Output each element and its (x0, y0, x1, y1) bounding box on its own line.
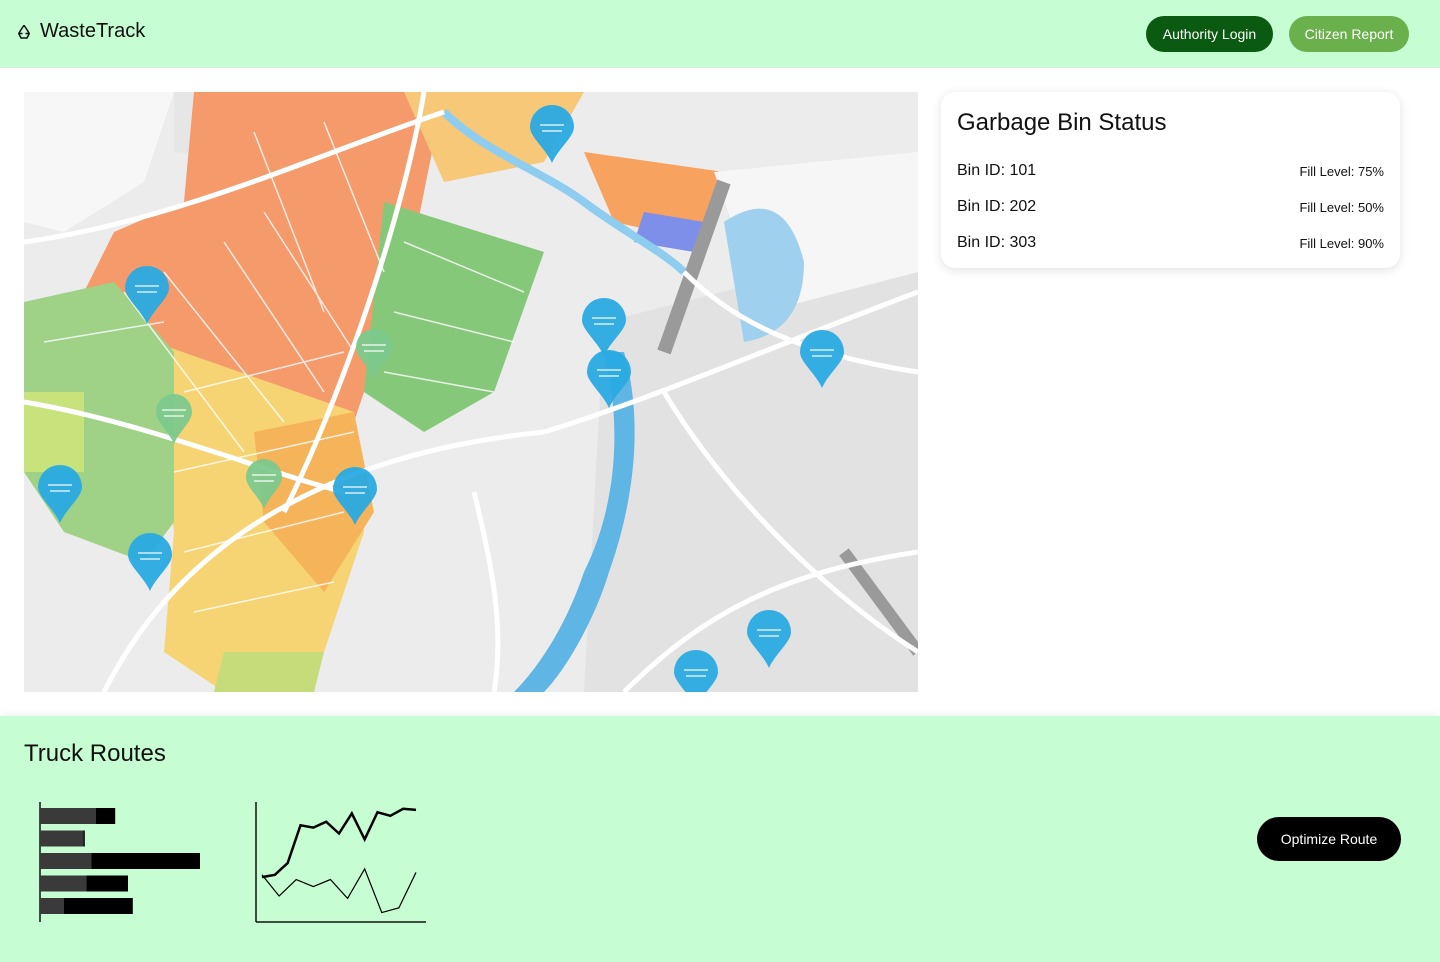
bar (83, 830, 85, 847)
bin-row[interactable]: Bin ID: 101 Fill Level: 75% (957, 153, 1384, 189)
citizen-report-button[interactable]: Citizen Report (1289, 16, 1409, 52)
bin-fill-level: Fill Level: 50% (1299, 199, 1384, 215)
bar (64, 898, 133, 914)
bar (40, 853, 92, 869)
top-navbar: WasteTrack Authority Login Citizen Repor… (0, 0, 1440, 68)
optimize-route-button[interactable]: Optimize Route (1257, 817, 1401, 861)
truck-routes-title: Truck Routes (24, 740, 166, 767)
bar (40, 830, 84, 847)
bin-row[interactable]: Bin ID: 202 Fill Level: 50% (957, 189, 1384, 225)
series-line (261, 807, 417, 879)
route-line-chart (255, 802, 426, 923)
bar (40, 875, 87, 892)
bin-id: Bin ID: 303 (957, 234, 1037, 251)
bin-status-title: Garbage Bin Status (957, 109, 1167, 136)
bin-fill-level: Fill Level: 90% (1299, 235, 1384, 251)
bar (91, 853, 200, 869)
bin-status-card: Garbage Bin Status Bin ID: 101 Fill Leve… (941, 92, 1400, 268)
bin-fill-level: Fill Level: 75% (1299, 163, 1384, 179)
recycle-icon (14, 22, 34, 42)
map-pin-icon (674, 650, 718, 692)
authority-login-button[interactable]: Authority Login (1146, 16, 1273, 52)
bar (86, 875, 128, 892)
truck-routes-section: Truck Routes Optimize Route (0, 716, 1440, 962)
bin-row[interactable]: Bin ID: 303 Fill Level: 90% (957, 225, 1384, 261)
bin-id: Bin ID: 202 (957, 198, 1037, 215)
bar (96, 808, 116, 824)
city-map[interactable] (24, 92, 918, 692)
series-line (261, 867, 417, 914)
brand[interactable]: WasteTrack (14, 20, 145, 43)
bar (40, 898, 64, 914)
bar (40, 808, 96, 824)
bin-id: Bin ID: 101 (957, 162, 1037, 179)
route-bar-chart (39, 802, 200, 922)
brand-name: WasteTrack (40, 20, 146, 42)
